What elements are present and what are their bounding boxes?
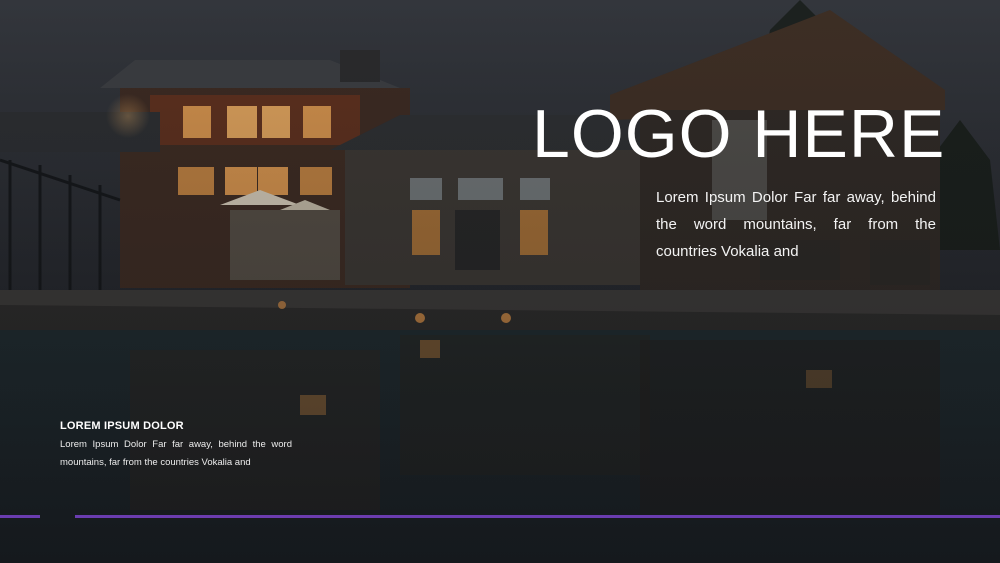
- slide: LOGO HERE Lorem Ipsum Dolor Far far away…: [0, 0, 1000, 563]
- accent-line-left: [0, 515, 40, 518]
- dark-overlay: [0, 0, 1000, 563]
- section-heading: LOREM IPSUM DOLOR: [60, 420, 184, 432]
- logo-text: LOGO HERE: [532, 96, 946, 172]
- intro-paragraph: Lorem Ipsum Dolor Far far away, behind t…: [656, 189, 936, 260]
- section-body: Lorem Ipsum Dolor Far far away, behind t…: [60, 439, 292, 468]
- accent-line-right: [75, 515, 1000, 518]
